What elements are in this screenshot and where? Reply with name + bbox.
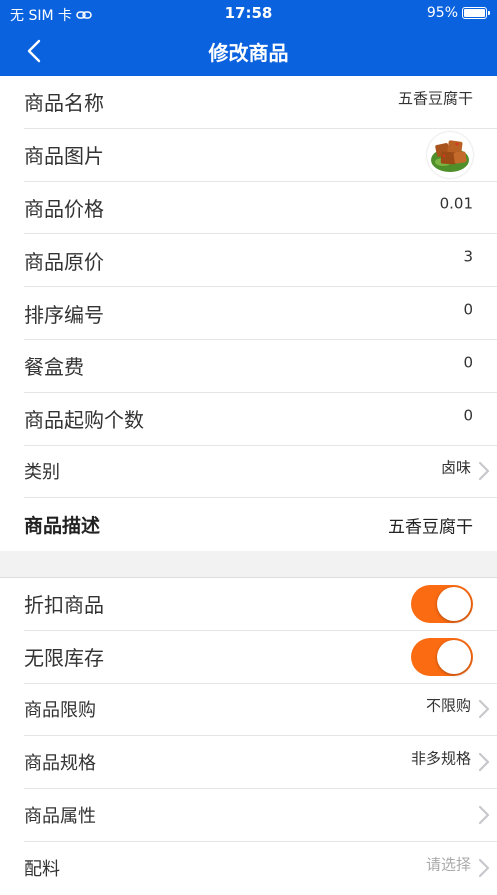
sort-number-label: 排序编号: [24, 302, 104, 327]
min-purchase-label: 商品起购个数: [24, 408, 144, 433]
product-price-label: 商品价格: [24, 196, 104, 221]
row-product-price[interactable]: 商品价格 0.01: [24, 182, 497, 235]
purchase-limit-value: 不限购: [425, 696, 471, 715]
category-value: 卤味: [440, 458, 471, 477]
product-spec-label: 商品规格: [24, 753, 96, 775]
unlimited-stock-toggle[interactable]: [411, 637, 473, 676]
product-price-value: 0.01: [439, 194, 473, 213]
row-product-image[interactable]: 商品图片: [24, 129, 497, 182]
ingredients-placeholder: 请选择: [425, 855, 471, 874]
row-product-name[interactable]: 商品名称 五香豆腐干: [24, 76, 497, 129]
box-fee-label: 餐盒费: [24, 355, 84, 380]
status-bar: 无 SIM 卡 17:58 95%: [0, 0, 497, 26]
section-divider: [0, 552, 497, 577]
original-price-label: 商品原价: [24, 249, 104, 274]
ingredients-label: 配料: [24, 859, 60, 881]
discount-product-label: 折扣商品: [24, 593, 104, 618]
row-min-purchase[interactable]: 商品起购个数 0: [24, 393, 497, 446]
chevron-right-icon: [478, 859, 490, 878]
chevron-right-icon: [478, 462, 490, 481]
row-ingredients[interactable]: 配料 请选择: [24, 842, 497, 895]
row-unlimited-stock: 无限库存: [24, 631, 497, 684]
row-original-price[interactable]: 商品原价 3: [24, 234, 497, 288]
row-box-fee[interactable]: 餐盒费 0: [24, 340, 497, 393]
unlimited-stock-label: 无限库存: [24, 646, 104, 671]
product-description-label: 商品描述: [24, 515, 101, 538]
row-discount-product: 折扣商品: [24, 578, 497, 631]
row-sort-number[interactable]: 排序编号 0: [24, 287, 497, 340]
row-product-attributes[interactable]: 商品属性: [24, 789, 497, 842]
status-time: 17:58: [224, 4, 273, 22]
row-purchase-limit[interactable]: 商品限购 不限购: [24, 684, 497, 737]
product-settings-list: 折扣商品 无限库存 商品限购 不限购 商品规格 非多规格 商品属性 配料 请选择: [0, 577, 497, 895]
product-spec-value: 非多规格: [410, 749, 471, 768]
chevron-right-icon: [478, 753, 490, 772]
product-description-value: 五香豆腐干: [388, 517, 473, 538]
battery-info: 95%: [426, 5, 490, 21]
product-image-label: 商品图片: [24, 144, 104, 169]
battery-icon: [462, 7, 490, 19]
row-category[interactable]: 类别 卤味: [24, 446, 497, 499]
chevron-right-icon: [478, 700, 490, 719]
purchase-limit-label: 商品限购: [24, 700, 96, 722]
discount-product-toggle[interactable]: [411, 584, 473, 623]
chevron-right-icon: [478, 805, 490, 825]
product-thumbnail[interactable]: [427, 131, 473, 178]
category-label: 类别: [24, 462, 60, 484]
sort-number-value: 0: [463, 300, 473, 319]
product-attributes-label: 商品属性: [24, 806, 96, 828]
product-name-value: 五香豆腐干: [397, 89, 473, 108]
box-fee-value: 0: [463, 353, 473, 372]
nav-bar: 修改商品: [0, 26, 497, 76]
app-header: 无 SIM 卡 17:58 95% 修改商品: [0, 0, 497, 76]
battery-percent: 95%: [426, 5, 458, 21]
tofu-dish-image: [428, 132, 472, 177]
original-price-value: 3: [463, 247, 473, 266]
product-name-label: 商品名称: [24, 91, 104, 116]
row-product-description[interactable]: 商品描述 五香豆腐干: [24, 498, 497, 551]
page-title: 修改商品: [208, 41, 289, 65]
row-product-spec[interactable]: 商品规格 非多规格: [24, 736, 497, 790]
min-purchase-value: 0: [463, 406, 473, 425]
product-basic-info-list: 商品名称 五香豆腐干 商品图片 商品价格 0.01 商品原价 3 排序编号 0: [0, 76, 497, 552]
